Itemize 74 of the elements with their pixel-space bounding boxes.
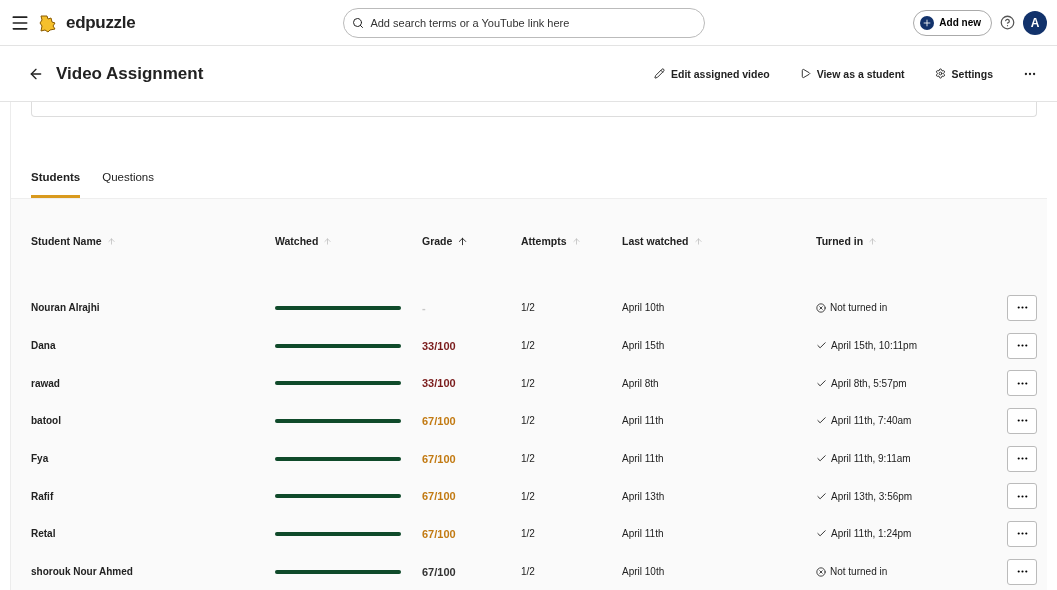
table-cell-text: April 11th — [622, 453, 665, 465]
table-cell: Not turned in — [816, 566, 1007, 578]
table-cell-text: shorouk Nour Ahmed — [31, 566, 134, 578]
table-cell-text: 1/2 — [521, 453, 536, 465]
help-icon[interactable] — [1000, 15, 1015, 30]
table-cell-text: Retal — [31, 528, 57, 540]
table-cell: April 8th, 5:57pm — [816, 377, 1007, 389]
table-cell-text: April 8th — [622, 377, 660, 389]
more-button[interactable] — [1007, 558, 1037, 585]
search-field[interactable]: Add search terms or a YouTube link here — [343, 7, 706, 38]
table-cell: April 11th, 1:24pm — [816, 528, 1007, 540]
table-cell-text: 1/2 — [521, 490, 536, 502]
table-cell-text: 1/2 — [521, 528, 536, 540]
table-cell-text: April 11th — [622, 528, 665, 540]
more-button[interactable] — [1007, 520, 1037, 547]
search-icon — [352, 16, 365, 29]
table-cell: April 15th, 10:11pm — [816, 340, 1007, 352]
table-cell: April 11th, 9:11am — [816, 453, 1007, 465]
table-cell-text: Nouran Alrajhi — [31, 302, 101, 314]
page-title: Video Assignment — [56, 63, 204, 84]
table-cell-text: April 15th — [622, 340, 666, 352]
more-button[interactable] — [1007, 332, 1037, 359]
add-new-button[interactable]: Add new — [913, 9, 992, 36]
more-button[interactable] — [1007, 483, 1037, 510]
grade: 33/100 — [422, 377, 456, 390]
table-cell-text: 1/2 — [521, 377, 536, 389]
more-button[interactable] — [1007, 294, 1037, 321]
grade: 67/100 — [422, 414, 456, 427]
avatar[interactable]: A — [1023, 10, 1047, 35]
column-header[interactable]: Grade — [422, 235, 521, 247]
header-action[interactable]: Settings — [934, 67, 993, 80]
table-cell: Not turned in — [816, 302, 1007, 314]
plus-icon — [920, 15, 935, 30]
more-button[interactable] — [1007, 370, 1037, 397]
more-button[interactable] — [1007, 407, 1037, 434]
table-cell-text: Rafif — [31, 490, 55, 502]
table-cell-text: Fya — [31, 453, 50, 465]
grade: 33/100 — [422, 339, 456, 352]
table-cell: April 13th, 3:56pm — [816, 490, 1007, 502]
table-cell-text: April 13th — [622, 490, 666, 502]
play-icon — [799, 68, 811, 79]
grade: 67/100 — [422, 490, 456, 503]
column-header[interactable]: Last watched — [622, 235, 816, 247]
more-button[interactable] — [1007, 445, 1037, 472]
grade: - — [422, 301, 426, 314]
grade: 67/100 — [422, 452, 456, 465]
grade: 67/100 — [422, 565, 456, 578]
check-icon — [816, 377, 827, 389]
table-cell-text: Dana — [31, 340, 57, 352]
logo-text: edpuzzle — [66, 12, 136, 33]
table-cell-text: 1/2 — [521, 566, 536, 578]
logo-icon — [38, 12, 58, 33]
settings-icon — [934, 68, 946, 79]
table-cell-text: 1/2 — [521, 302, 536, 314]
table-cell-text: April 10th — [622, 566, 666, 578]
tab[interactable]: Questions — [102, 169, 154, 198]
table-cell-text: batool — [31, 415, 62, 427]
header-action[interactable]: Edit assigned video — [654, 67, 770, 80]
table-cell-text: 1/2 — [521, 415, 536, 427]
x-circle-icon — [816, 302, 826, 313]
check-icon — [816, 490, 827, 502]
table-cell: April 11th, 7:40am — [816, 415, 1007, 427]
header-action[interactable]: View as a student — [799, 67, 905, 80]
column-header[interactable]: Turned in — [816, 235, 1007, 247]
grade: 67/100 — [422, 527, 456, 540]
table-cell-text: April 10th — [622, 302, 666, 314]
column-header[interactable]: Watched — [275, 235, 422, 247]
table-cell-text: rawad — [31, 377, 61, 389]
table-cell-text: 1/2 — [521, 340, 536, 352]
column-header[interactable]: Student Name — [31, 235, 275, 247]
table-cell-text: April 11th — [622, 415, 665, 427]
x-circle-icon — [816, 566, 826, 577]
column-header[interactable]: Attempts — [521, 235, 622, 247]
pencil-icon — [654, 68, 666, 79]
